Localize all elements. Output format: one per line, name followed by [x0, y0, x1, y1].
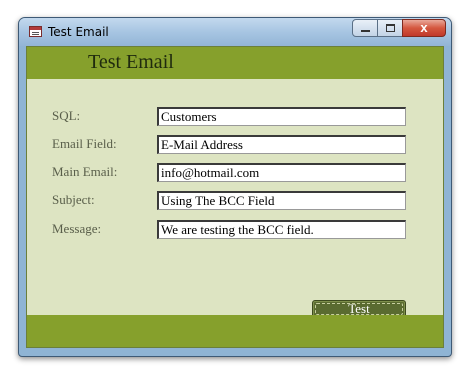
title-bar[interactable]: Test Email x [19, 18, 451, 46]
email-field-input[interactable]: E-Mail Address [157, 135, 406, 154]
form-icon [29, 26, 42, 37]
sql-label: SQL: [52, 108, 81, 123]
message-label: Message: [52, 221, 102, 236]
maximize-icon [386, 24, 395, 32]
form-footer [27, 315, 443, 347]
form-header: Test Email [27, 47, 443, 79]
main-email-label: Main Email: [52, 164, 118, 179]
subject-field[interactable]: Using The BCC Field [157, 191, 406, 210]
close-button[interactable]: x [402, 19, 446, 37]
form-body: Test Email SQL: Customers Email Field: E… [26, 46, 444, 348]
subject-label: Subject: [52, 192, 95, 207]
maximize-button[interactable] [377, 19, 403, 37]
message-field[interactable]: We are testing the BCC field. [157, 220, 406, 239]
minimize-icon [361, 30, 370, 32]
minimize-button[interactable] [352, 19, 378, 37]
window-controls: x [352, 19, 446, 37]
sql-field[interactable]: Customers [157, 107, 406, 126]
main-email-field[interactable]: info@hotmail.com [157, 163, 406, 182]
form-title: Test Email [88, 51, 174, 73]
close-icon: x [420, 20, 428, 35]
window-title: Test Email [48, 25, 109, 39]
email-field-label: Email Field: [52, 136, 117, 151]
test-email-window: Test Email x Test Email SQL: Customers E… [18, 17, 452, 357]
